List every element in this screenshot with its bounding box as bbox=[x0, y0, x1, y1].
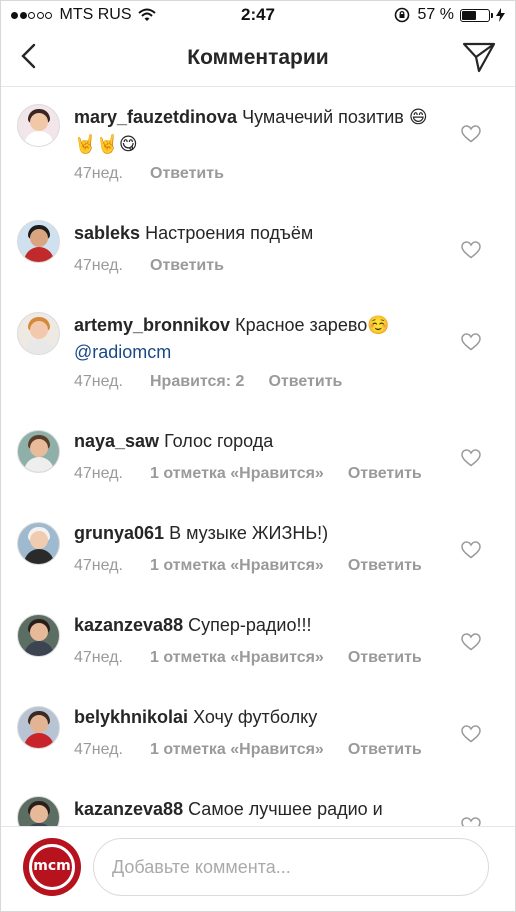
heart-outline-icon[interactable] bbox=[461, 333, 481, 351]
comment-username[interactable]: mary_fauzetdinova bbox=[74, 107, 237, 127]
reply-button[interactable]: Ответить bbox=[348, 465, 422, 483]
reply-button[interactable]: Ответить bbox=[150, 165, 224, 183]
avatar[interactable] bbox=[17, 706, 60, 749]
comment-list[interactable]: mary_fauzetdinova Чумачечий позитив 😄🤘🤘😋… bbox=[1, 88, 515, 826]
station-logo: mcm bbox=[33, 858, 71, 874]
comment-meta: 47нед. Ответить bbox=[74, 165, 224, 183]
comment-text: kazanzeva88 Супер-радио!!! bbox=[74, 612, 435, 639]
battery-icon bbox=[460, 8, 493, 22]
heart-outline-icon[interactable] bbox=[461, 541, 481, 559]
avatar[interactable] bbox=[17, 312, 60, 355]
reply-button[interactable]: Ответить bbox=[150, 257, 224, 275]
avatar[interactable] bbox=[17, 522, 60, 565]
reply-button[interactable]: Ответить bbox=[268, 373, 342, 391]
comment-text: sableks Настроения подъём bbox=[74, 220, 435, 247]
heart-outline-icon[interactable] bbox=[461, 817, 481, 826]
comment-text: artemy_bronnikov Красное зарево☺️ @radio… bbox=[74, 312, 435, 366]
comment-text: grunya061 В музыке ЖИЗНЬ!) bbox=[74, 520, 435, 547]
comment-username[interactable]: grunya061 bbox=[74, 523, 164, 543]
comment-body: Супер-радио!!! bbox=[188, 615, 312, 635]
comment-input[interactable] bbox=[93, 838, 489, 896]
comment-body: Голос города bbox=[164, 431, 274, 451]
nav-header: Комментарии bbox=[1, 29, 515, 87]
comment-body: Настроения подъём bbox=[145, 223, 314, 243]
comment-username[interactable]: artemy_bronnikov bbox=[74, 315, 230, 335]
likes-count[interactable]: 1 отметка «Нравится» bbox=[150, 557, 324, 575]
battery-fill bbox=[462, 10, 477, 20]
heart-outline-icon[interactable] bbox=[461, 125, 481, 143]
status-right: 57 % bbox=[394, 6, 505, 24]
comment-age: 47нед. bbox=[74, 165, 123, 182]
comment-text: kazanzeva88 Самое лучшее радио и bbox=[74, 796, 435, 823]
comment-body: Хочу футболку bbox=[193, 707, 318, 727]
status-bar: MTS RUS 2:47 57 % bbox=[1, 1, 515, 29]
comment-text: belykhnikolai Хочу футболку bbox=[74, 704, 435, 731]
charging-bolt-icon bbox=[496, 8, 505, 22]
comment-username[interactable]: kazanzeva88 bbox=[74, 799, 183, 819]
heart-outline-icon[interactable] bbox=[461, 633, 481, 651]
comment-mention[interactable]: @radiomcm bbox=[74, 342, 171, 362]
comment-meta: 47нед. 1 отметка «Нравится» Ответить bbox=[74, 557, 422, 575]
reply-button[interactable]: Ответить bbox=[348, 557, 422, 575]
comment-username[interactable]: belykhnikolai bbox=[74, 707, 188, 727]
comment-meta: 47нед. 1 отметка «Нравится» Ответить bbox=[74, 649, 422, 667]
avatar: mcm bbox=[23, 838, 81, 896]
avatar[interactable] bbox=[17, 220, 60, 263]
comment-age: 47нед. bbox=[74, 373, 123, 390]
comment-meta: 47нед. Нравится: 2 Ответить bbox=[74, 373, 342, 391]
avatar[interactable] bbox=[17, 104, 60, 147]
comment-text: mary_fauzetdinova Чумачечий позитив 😄🤘🤘😋 bbox=[74, 104, 435, 158]
likes-count[interactable]: 1 отметка «Нравится» bbox=[150, 741, 324, 759]
orientation-lock-icon bbox=[394, 7, 409, 23]
heart-outline-icon[interactable] bbox=[461, 241, 481, 259]
likes-count[interactable]: 1 отметка «Нравится» bbox=[150, 649, 324, 667]
reply-button[interactable]: Ответить bbox=[348, 741, 422, 759]
comment-body: Самое лучшее радио и bbox=[188, 799, 383, 819]
reply-button[interactable]: Ответить bbox=[348, 649, 422, 667]
heart-outline-icon[interactable] bbox=[461, 725, 481, 743]
comment-text: naya_saw Голос города bbox=[74, 428, 435, 455]
comment-body: Красное зарево☺️ bbox=[235, 315, 390, 335]
comment-composer: mcm bbox=[1, 826, 515, 911]
comment-age: 47нед. bbox=[74, 649, 123, 666]
comment-meta: 47нед. 1 отметка «Нравится» Ответить bbox=[74, 465, 422, 483]
comment-body: В музыке ЖИЗНЬ!) bbox=[169, 523, 329, 543]
comment-age: 47нед. bbox=[74, 465, 123, 482]
comment-age: 47нед. bbox=[74, 741, 123, 758]
comment-meta: 47нед. Ответить bbox=[74, 257, 224, 275]
avatar[interactable] bbox=[17, 430, 60, 473]
comment-username[interactable]: sableks bbox=[74, 223, 140, 243]
heart-outline-icon[interactable] bbox=[461, 449, 481, 467]
comment-meta: 47нед. 1 отметка «Нравится» Ответить bbox=[74, 741, 422, 759]
comment-username[interactable]: kazanzeva88 bbox=[74, 615, 183, 635]
likes-count[interactable]: Нравится: 2 bbox=[150, 373, 244, 391]
avatar[interactable] bbox=[17, 614, 60, 657]
avatar[interactable] bbox=[17, 796, 60, 826]
comment-username[interactable]: naya_saw bbox=[74, 431, 159, 451]
comment-age: 47нед. bbox=[74, 557, 123, 574]
paper-plane-icon[interactable] bbox=[461, 39, 497, 75]
page-title: Комментарии bbox=[187, 46, 329, 69]
likes-count[interactable]: 1 отметка «Нравится» bbox=[150, 465, 324, 483]
battery-percent: 57 % bbox=[417, 6, 454, 23]
comment-age: 47нед. bbox=[74, 257, 123, 274]
comments-screen: MTS RUS 2:47 57 % Комментарии mary_fauze… bbox=[0, 0, 516, 912]
